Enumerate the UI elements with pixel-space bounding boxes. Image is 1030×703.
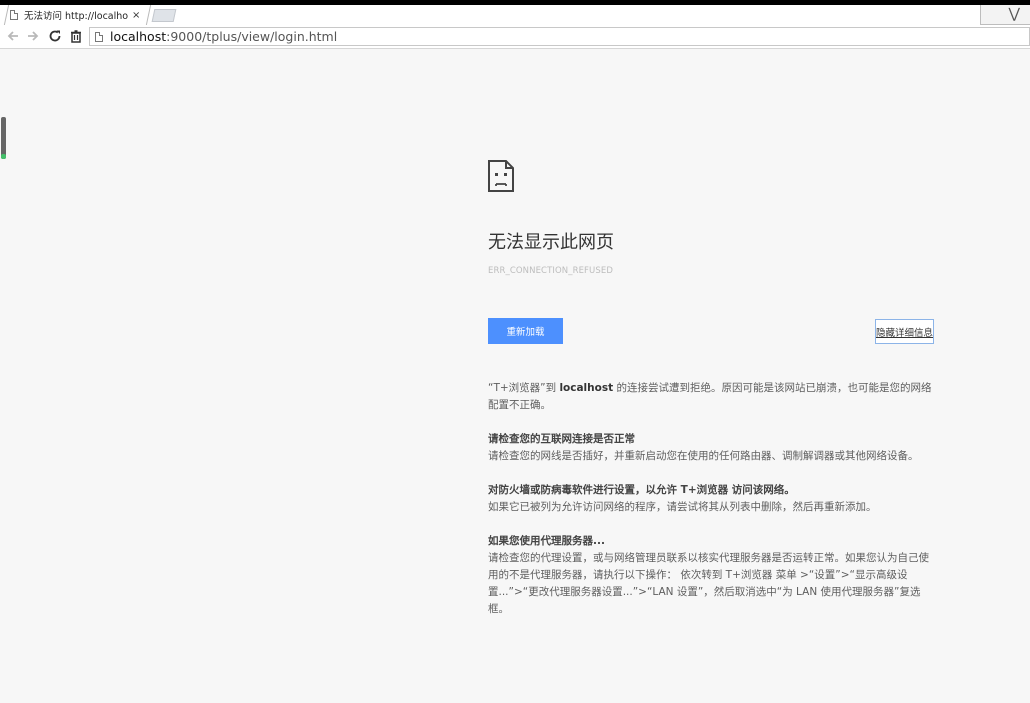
error-intro: “T+浏览器”到 localhost 的连接尝试遭到拒绝。原因可能是该网站已崩溃… xyxy=(488,380,934,414)
tab-title: 无法访问 http://localhos xyxy=(24,11,128,22)
intro-prefix: “T+浏览器”到 xyxy=(488,382,557,394)
back-icon[interactable] xyxy=(6,29,20,43)
intro-host: localhost xyxy=(559,382,614,394)
section-body-proxy: 请检查您的代理设置，或与网络管理员联系以核实代理服务器是否运转正常。如果您认为自… xyxy=(488,552,929,615)
error-code: ERR_CONNECTION_REFUSED xyxy=(488,266,613,276)
trash-icon[interactable] xyxy=(69,29,83,43)
scrollbar-handle[interactable] xyxy=(1,117,6,159)
chevron-down-icon[interactable]: ⋁ xyxy=(1009,5,1020,23)
address-path: :9000/tplus/view/login.html xyxy=(166,29,338,44)
error-details: “T+浏览器”到 localhost 的连接尝试遭到拒绝。原因可能是该网站已崩溃… xyxy=(488,380,934,618)
new-tab-button[interactable] xyxy=(151,9,177,22)
tab-strip: 无法访问 http://localhos × ⋁ xyxy=(0,5,1030,25)
window-corner xyxy=(980,5,1030,25)
hide-details-button[interactable]: 隐藏详细信息 xyxy=(875,319,934,344)
page-title: 无法显示此网页 xyxy=(488,232,614,253)
sad-page-icon xyxy=(488,160,514,192)
section-heading-connection: 请检查您的互联网连接是否正常 xyxy=(488,433,635,445)
tab-active[interactable]: 无法访问 http://localhos × xyxy=(10,5,149,25)
page-icon xyxy=(10,10,18,20)
forward-icon[interactable] xyxy=(26,29,40,43)
section-heading-firewall: 对防火墙或防病毒软件进行设置，以允许 T+浏览器 访问该网络。 xyxy=(488,484,795,496)
address-bar[interactable]: localhost:9000/tplus/view/login.html xyxy=(89,27,1030,46)
page-icon xyxy=(95,31,103,42)
section-heading-proxy: 如果您使用代理服务器... xyxy=(488,535,605,547)
close-icon[interactable]: × xyxy=(132,10,140,21)
section-body-firewall: 如果它已被列为允许访问网络的程序，请尝试将其从列表中删除，然后再重新添加。 xyxy=(488,501,877,513)
button-row: 重新加载 隐藏详细信息 xyxy=(488,318,934,344)
address-host: localhost xyxy=(110,29,167,44)
reload-button[interactable]: 重新加载 xyxy=(488,318,563,344)
error-page: 无法显示此网页 ERR_CONNECTION_REFUSED 重新加载 隐藏详细… xyxy=(488,160,934,618)
reload-icon[interactable] xyxy=(48,29,62,43)
browser-toolbar: localhost:9000/tplus/view/login.html xyxy=(0,25,1030,49)
section-body-connection: 请检查您的网线是否插好，并重新启动您在使用的任何路由器、调制解调器或其他网络设备… xyxy=(488,450,919,462)
